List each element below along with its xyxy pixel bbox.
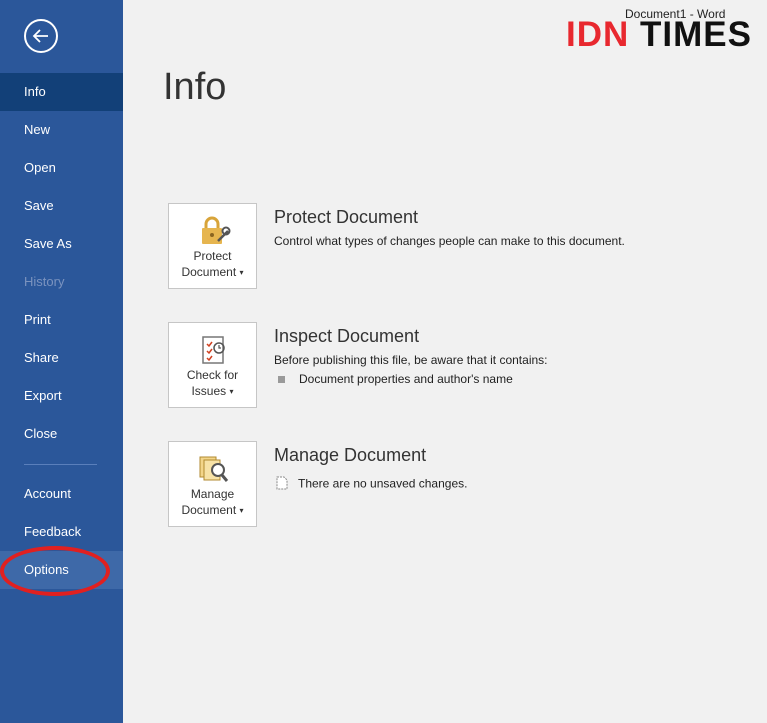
nav-close[interactable]: Close bbox=[0, 415, 123, 453]
nav-divider bbox=[24, 464, 97, 465]
check-for-issues-button[interactable]: Check for Issues ▾ bbox=[168, 322, 257, 408]
nav-feedback[interactable]: Feedback bbox=[0, 513, 123, 551]
inspect-bullet-item: Document properties and author's name bbox=[278, 372, 513, 386]
nav-new[interactable]: New bbox=[0, 111, 123, 149]
protect-document-label: Protect Document ▾ bbox=[181, 249, 244, 279]
checklist-icon bbox=[197, 334, 229, 366]
manage-document-button[interactable]: Manage Document ▾ bbox=[168, 441, 257, 527]
manage-document-icon bbox=[197, 453, 229, 485]
backstage-nav: Info New Open Save Save As History Print… bbox=[0, 73, 123, 589]
nav-export[interactable]: Export bbox=[0, 377, 123, 415]
protect-document-title: Protect Document bbox=[274, 207, 419, 227]
protect-document-button[interactable]: Protect Document ▾ bbox=[168, 203, 257, 289]
inspect-bullet-text: Document properties and author's name bbox=[299, 372, 513, 386]
lock-icon bbox=[197, 215, 231, 247]
inspect-document-title: Inspect Document bbox=[274, 326, 420, 346]
protect-document-description: Control what types of changes people can… bbox=[274, 234, 625, 248]
nav-print[interactable]: Print bbox=[0, 301, 123, 339]
manage-document-note: There are no unsaved changes. bbox=[276, 476, 467, 493]
page-title: Info bbox=[163, 66, 227, 108]
nav-history: History bbox=[24, 274, 65, 289]
nav-save[interactable]: Save bbox=[0, 187, 123, 225]
back-arrow-icon[interactable] bbox=[24, 19, 58, 53]
nav-share[interactable]: Share bbox=[0, 339, 123, 377]
document-page-icon bbox=[276, 476, 288, 493]
nav-save-as[interactable]: Save As bbox=[0, 225, 123, 263]
nav-open[interactable]: Open bbox=[0, 149, 123, 187]
idn-times-logo: IDN TIMES bbox=[566, 16, 752, 54]
check-for-issues-label: Check for Issues ▾ bbox=[186, 368, 239, 398]
logo-times: TIMES bbox=[640, 15, 752, 54]
nav-account[interactable]: Account bbox=[0, 475, 123, 513]
logo-idn: IDN bbox=[566, 15, 630, 54]
inspect-document-description: Before publishing this file, be aware th… bbox=[274, 353, 548, 367]
nav-info[interactable]: Info bbox=[0, 73, 123, 111]
manage-document-title: Manage Document bbox=[274, 445, 427, 465]
bullet-square-icon bbox=[278, 376, 285, 384]
backstage-sidebar: Info New Open Save Save As History Print… bbox=[0, 0, 123, 723]
manage-document-note-text: There are no unsaved changes. bbox=[298, 476, 468, 491]
nav-options[interactable]: Options bbox=[0, 551, 123, 589]
manage-document-label: Manage Document ▾ bbox=[181, 487, 244, 517]
